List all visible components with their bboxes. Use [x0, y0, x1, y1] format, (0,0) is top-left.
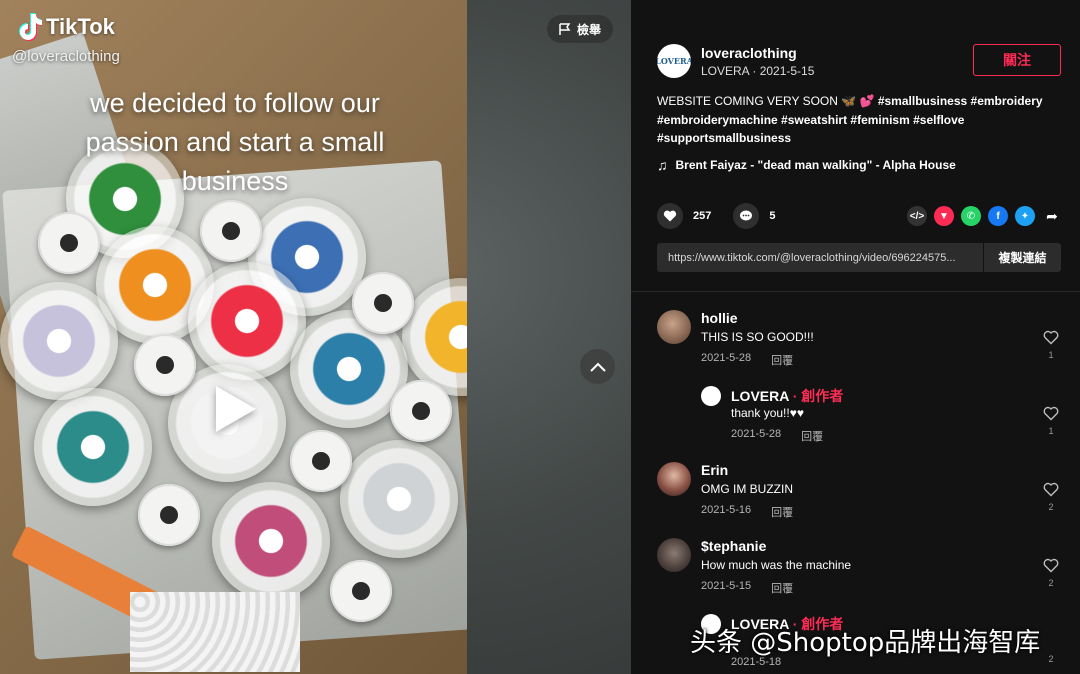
- share-arrow-icon[interactable]: ➦: [1042, 206, 1062, 226]
- music-title[interactable]: Brent Faiyaz - "dead man walking" - Alph…: [676, 158, 956, 172]
- heart-outline-icon: [1043, 406, 1059, 421]
- comment-like-count: 1: [1048, 426, 1054, 436]
- report-button[interactable]: 檢舉: [547, 15, 614, 43]
- comment-like-count: 2: [1048, 654, 1054, 664]
- stats-row: 257 5: [657, 203, 775, 229]
- commenter-name[interactable]: Erin: [701, 462, 728, 478]
- commenter-avatar[interactable]: [657, 462, 691, 496]
- thread-spool: [188, 262, 306, 380]
- spool-label: [138, 484, 200, 546]
- comment-meta: 2021-5-28 回覆: [701, 352, 793, 368]
- tiktok-logo: TikTok: [16, 12, 115, 42]
- heart-icon: [663, 210, 677, 222]
- comment-button[interactable]: [733, 203, 760, 229]
- reply-text: thank you!!♥♥: [731, 406, 804, 420]
- comment-like[interactable]: 2: [1042, 558, 1060, 588]
- spool-label: [330, 560, 392, 622]
- comment-like-count: 2: [1048, 502, 1054, 512]
- comment-like[interactable]: 1: [1042, 406, 1060, 436]
- video-frame[interactable]: TikTok @loveraclothing we decided to fol…: [0, 0, 467, 674]
- embed-icon[interactable]: </>: [907, 206, 927, 226]
- comment-date: 2021-5-15: [701, 580, 752, 592]
- copy-link-button[interactable]: 複製連結: [983, 243, 1061, 272]
- facebook-icon[interactable]: f: [988, 206, 1008, 226]
- video-handle: @loveraclothing: [12, 48, 120, 65]
- reply-button[interactable]: 回覆: [771, 352, 793, 368]
- follow-button[interactable]: 關注: [973, 44, 1061, 76]
- twitter-icon[interactable]: ✦: [1015, 206, 1035, 226]
- creator-badge: · 創作者: [792, 388, 844, 404]
- chevron-up-icon: [589, 362, 606, 372]
- reply-author[interactable]: LOVERA · 創作者: [731, 386, 843, 406]
- tiktok-note-icon: [19, 13, 42, 41]
- comment-meta: 2021-5-16 回覆: [701, 504, 793, 520]
- author-avatar[interactable]: LOVERA: [657, 44, 691, 78]
- detail-panel: LOVERA loveraclothing LOVERA · 2021-5-15…: [631, 0, 1080, 674]
- divider: [631, 291, 1080, 292]
- comment-text: How much was the machine: [701, 558, 852, 572]
- music-info[interactable]: ♫ Brent Faiyaz - "dead man walking" - Al…: [657, 157, 956, 173]
- commenter-avatar[interactable]: [657, 310, 691, 344]
- comment-like[interactable]: 1: [1042, 330, 1060, 360]
- video-link-box: https://www.tiktok.com/@loveraclothing/v…: [657, 243, 1061, 272]
- spool-label: [390, 380, 452, 442]
- author-avatar-text: LOVERA: [657, 56, 691, 66]
- heart-outline-icon: [1043, 558, 1059, 573]
- previous-video-button[interactable]: [580, 349, 615, 384]
- commenter-name[interactable]: hollie: [701, 310, 738, 326]
- play-icon[interactable]: [216, 386, 256, 432]
- video-description: WEBSITE COMING VERY SOON 🦋 💕 #smallbusin…: [657, 92, 1067, 148]
- like-count: 257: [693, 210, 712, 222]
- heart-outline-icon: [1043, 482, 1059, 497]
- commenter-name[interactable]: $tephanie: [701, 538, 766, 554]
- reply-date: 2021-5-28: [731, 428, 782, 440]
- share-row: </> ▼ ✆ f ✦ ➦: [907, 206, 1062, 226]
- video-link[interactable]: https://www.tiktok.com/@loveraclothing/v…: [657, 252, 983, 264]
- send-icon[interactable]: ▼: [934, 206, 954, 226]
- thread-spool: [0, 282, 118, 400]
- spool-label: [134, 334, 196, 396]
- whatsapp-icon[interactable]: ✆: [961, 206, 981, 226]
- comment-date: 2021-5-28: [701, 352, 752, 364]
- watermark: 头条 @Shoptop品牌出海智库: [690, 628, 1041, 658]
- video-player[interactable]: TikTok @loveraclothing we decided to fol…: [0, 0, 631, 674]
- thread-spool: [34, 388, 152, 506]
- description-text: WEBSITE COMING VERY SOON 🦋 💕: [657, 94, 875, 108]
- reply-button[interactable]: 回覆: [801, 428, 823, 444]
- reply-meta: 2021-5-28 回覆: [731, 428, 823, 444]
- tiktok-wordmark: TikTok: [46, 14, 115, 39]
- comment-count: 5: [769, 210, 776, 222]
- thread-spool: [212, 482, 330, 600]
- creator-avatar[interactable]: [701, 386, 721, 406]
- comment-text: THIS IS SO GOOD!!!: [701, 330, 814, 344]
- spool-label: [200, 200, 262, 262]
- comment-meta: 2021-5-15 回覆: [701, 580, 793, 596]
- reply-author-name[interactable]: LOVERA: [731, 388, 789, 404]
- flag-icon: [559, 22, 571, 35]
- video-caption: we decided to follow our passion and sta…: [85, 88, 385, 196]
- comment-like[interactable]: 2: [1042, 482, 1060, 512]
- heart-outline-icon: [1043, 330, 1059, 345]
- reply-button[interactable]: 回覆: [771, 504, 793, 520]
- commenter-avatar[interactable]: [657, 538, 691, 572]
- reply-button[interactable]: 回覆: [771, 580, 793, 596]
- spool-label: [290, 430, 352, 492]
- author-info[interactable]: LOVERA loveraclothing LOVERA · 2021-5-15: [657, 44, 814, 78]
- author-meta: LOVERA · 2021-5-15: [701, 63, 815, 78]
- packing-foam: [130, 592, 300, 672]
- comment-like-count: 2: [1048, 578, 1054, 588]
- comment-icon: [740, 210, 753, 221]
- music-note-icon: ♫: [657, 157, 668, 173]
- comment-text: OMG IM BUZZIN: [701, 482, 793, 496]
- thread-spool: [340, 440, 458, 558]
- comment-like-count: 1: [1048, 350, 1054, 360]
- report-label: 檢舉: [577, 22, 602, 37]
- comment-date: 2021-5-16: [701, 504, 752, 516]
- author-name[interactable]: loveraclothing: [701, 45, 814, 61]
- spool-label: [352, 272, 414, 334]
- comment-like[interactable]: 2: [1042, 634, 1060, 664]
- spool-label: [38, 212, 100, 274]
- like-button[interactable]: [657, 203, 683, 229]
